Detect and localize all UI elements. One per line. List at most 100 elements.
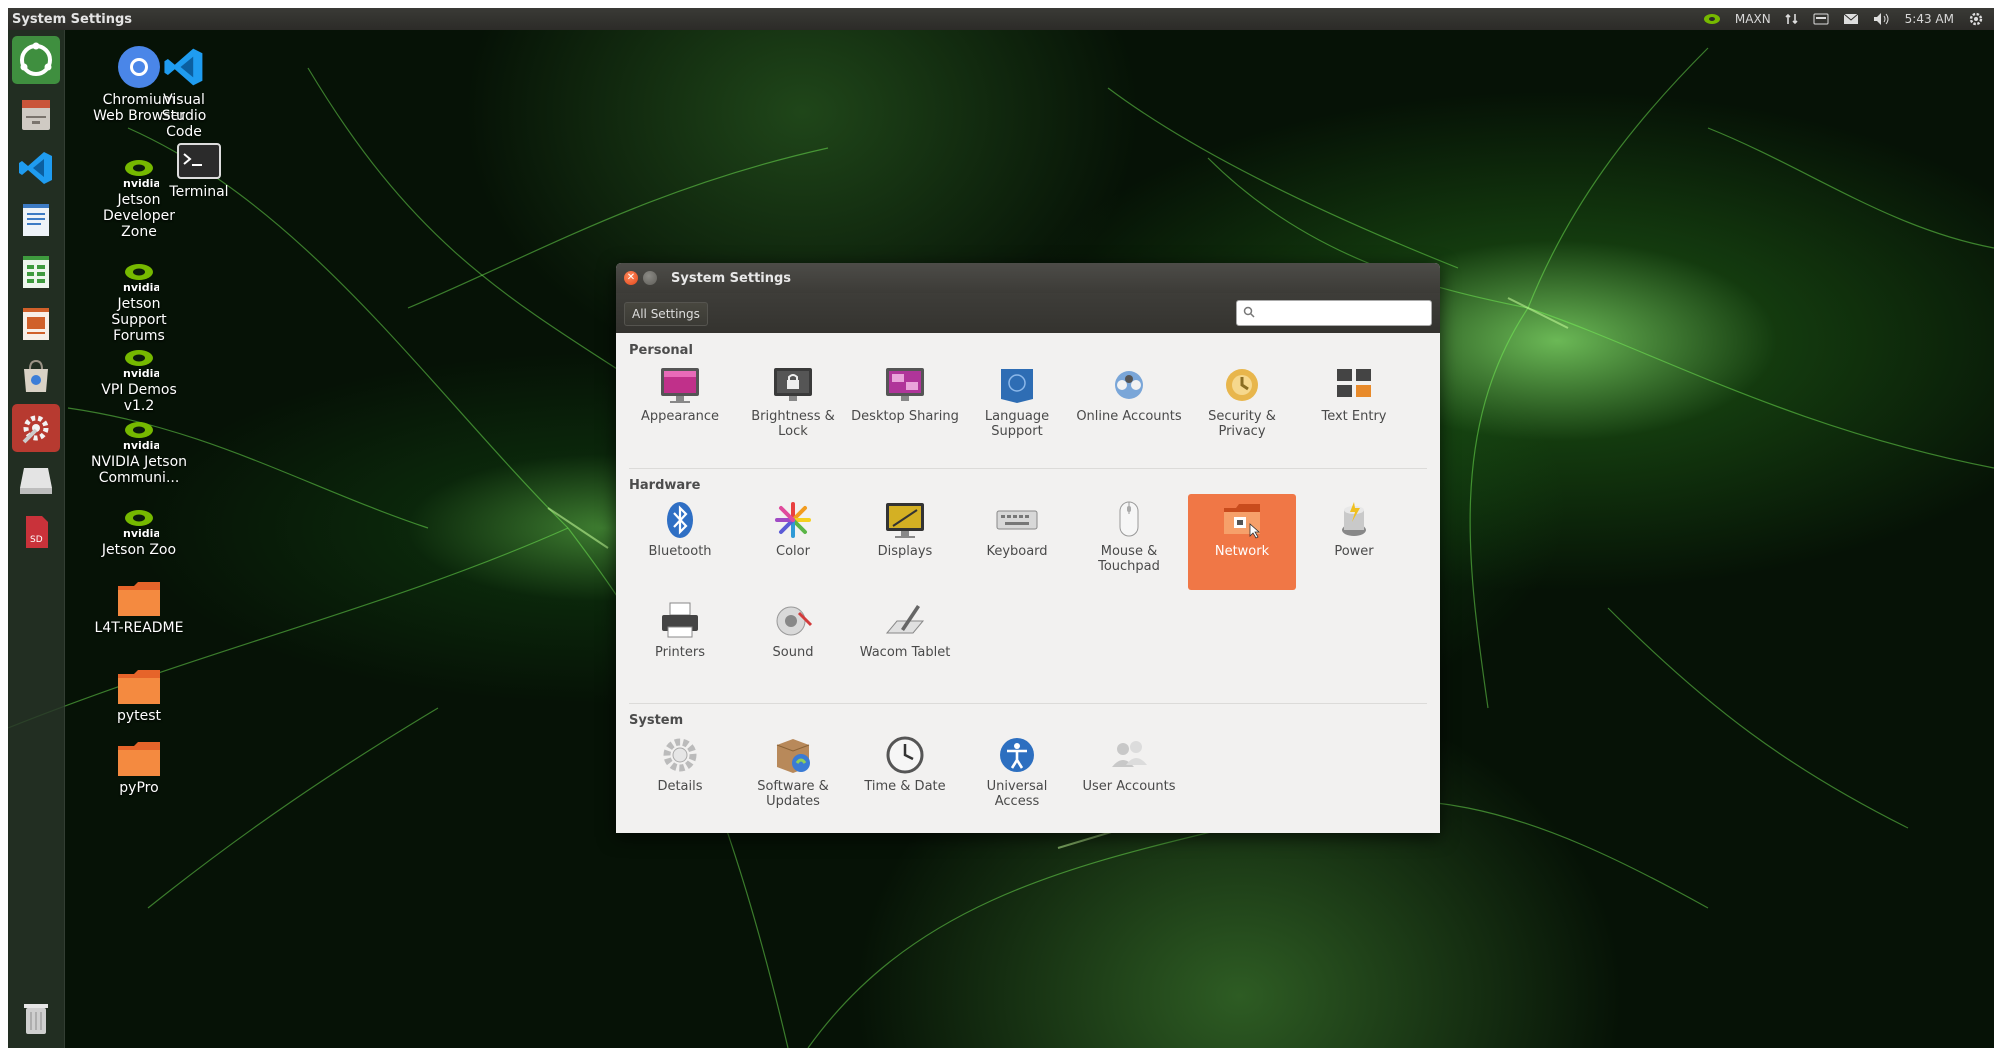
software-center-button[interactable] <box>12 352 60 400</box>
shopping-bag-icon <box>24 359 48 392</box>
vscode-icon <box>19 152 52 184</box>
nvidia-logo-icon: nvidia <box>123 422 159 452</box>
gear-icon[interactable] <box>1968 11 1984 27</box>
setting-keyboard[interactable]: Keyboard <box>963 494 1071 590</box>
svg-text:nvidia: nvidia <box>123 527 159 540</box>
mouse-icon <box>1119 501 1139 537</box>
trash-icon <box>24 1004 48 1034</box>
search-box[interactable] <box>1236 300 1432 326</box>
terminal-icon <box>177 143 221 179</box>
nvidia-indicator-icon[interactable] <box>1703 13 1721 25</box>
sd-card-icon: SD <box>26 516 48 548</box>
document-icon <box>23 204 49 236</box>
trash-button[interactable] <box>12 994 60 1042</box>
sound-icon <box>776 606 813 636</box>
section-title-system: System <box>629 713 684 728</box>
writer-launcher-button[interactable] <box>12 196 60 244</box>
wacom-tablet-icon <box>885 605 925 634</box>
volume-icon[interactable] <box>1873 12 1891 26</box>
setting-wacom-tablet[interactable]: Wacom Tablet <box>851 595 959 691</box>
desktop-icon-vpi-demos[interactable]: nvidia VPI Demos v1.2 <box>89 348 189 414</box>
setting-details[interactable]: Details <box>626 729 734 825</box>
svg-text:SD: SD <box>30 535 43 545</box>
setting-brightness-lock[interactable]: Brightness & Lock <box>739 359 847 455</box>
file-cabinet-icon <box>22 100 50 130</box>
setting-bluetooth[interactable]: Bluetooth <box>626 494 734 590</box>
setting-user-accounts[interactable]: User Accounts <box>1075 729 1183 825</box>
nvidia-logo-icon: nvidia <box>123 160 159 190</box>
setting-language-support[interactable]: Language Support <box>963 359 1071 455</box>
setting-label: Keyboard <box>986 544 1048 559</box>
all-settings-button[interactable]: All Settings <box>624 302 708 326</box>
setting-label: Sound <box>772 645 814 660</box>
section-title-hardware: Hardware <box>629 478 701 493</box>
keyboard-indicator-icon[interactable] <box>1813 13 1829 25</box>
setting-mouse-touchpad[interactable]: Mouse & Touchpad <box>1075 494 1183 590</box>
desktop-icon-l4t-readme[interactable]: L4T-README <box>89 578 189 636</box>
desktop-icon-jetson-zoo[interactable]: nvidia Jetson Zoo <box>89 508 189 558</box>
printer-icon <box>662 602 698 638</box>
desktop-icon-jetson-support-forums[interactable]: nvidia Jetson Support Forums <box>89 262 189 344</box>
bluetooth-icon <box>667 502 693 538</box>
setting-software-updates[interactable]: Software & Updates <box>739 729 847 825</box>
color-icon <box>775 502 811 538</box>
setting-printers[interactable]: Printers <box>626 595 734 691</box>
presentation-icon <box>23 308 49 340</box>
network-icon <box>1224 504 1261 539</box>
setting-label: Appearance <box>640 409 720 424</box>
setting-time-date[interactable]: Time & Date <box>851 729 959 825</box>
clock[interactable]: 5:43 AM <box>1905 12 1954 26</box>
desktop-icon-vscode[interactable]: Visual Studio Code <box>149 44 219 140</box>
setting-label: User Accounts <box>1082 779 1176 794</box>
lock-screen-icon <box>774 368 812 401</box>
setting-online-accounts[interactable]: Online Accounts <box>1075 359 1183 455</box>
setting-universal-access[interactable]: Universal Access <box>963 729 1071 825</box>
setting-security-privacy[interactable]: Security & Privacy <box>1188 359 1296 455</box>
close-button[interactable]: ✕ <box>624 271 638 285</box>
display-icon <box>886 503 924 538</box>
clock-icon <box>886 736 924 774</box>
folder-icon <box>118 742 160 776</box>
setting-power[interactable]: Power <box>1300 494 1408 590</box>
setting-color[interactable]: Color <box>739 494 847 590</box>
power-mode-label[interactable]: MAXN <box>1735 12 1771 26</box>
section-divider <box>629 468 1427 469</box>
calc-launcher-button[interactable] <box>12 248 60 296</box>
desktop-icon-nvidia-jetson-community[interactable]: nvidia NVIDIA Jetson Communi... <box>89 420 189 486</box>
desktop-sharing-icon <box>886 368 924 401</box>
setting-network[interactable]: Network <box>1188 494 1296 590</box>
sd-card-button[interactable]: SD <box>12 508 60 556</box>
system-settings-window: ✕ System Settings All Settings Personal … <box>616 263 1440 833</box>
svg-text:nvidia: nvidia <box>123 367 159 380</box>
setting-text-entry[interactable]: Text Entry <box>1300 359 1408 455</box>
setting-label: Online Accounts <box>1076 409 1182 424</box>
software-updates-icon <box>776 739 810 773</box>
window-titlebar[interactable]: ✕ System Settings <box>616 263 1440 293</box>
section-title-personal: Personal <box>629 343 693 358</box>
vscode-icon <box>164 48 203 86</box>
search-input[interactable] <box>1259 304 1429 324</box>
desktop-icon-label: Jetson Support Forums <box>111 296 167 344</box>
setting-displays[interactable]: Displays <box>851 494 959 590</box>
setting-desktop-sharing[interactable]: Desktop Sharing <box>851 359 959 455</box>
network-indicator-icon[interactable] <box>1785 12 1799 26</box>
setting-sound[interactable]: Sound <box>739 595 847 691</box>
system-settings-launcher-button[interactable] <box>12 404 60 452</box>
desktop-icon-pytest[interactable]: pytest <box>89 666 189 724</box>
spreadsheet-icon <box>23 256 49 288</box>
setting-label: Desktop Sharing <box>851 409 959 424</box>
keyboard-icon <box>996 510 1038 530</box>
setting-appearance[interactable]: Appearance <box>626 359 734 455</box>
impress-launcher-button[interactable] <box>12 300 60 348</box>
section-divider <box>629 703 1427 704</box>
desktop-icon-pypro[interactable]: pyPro <box>89 738 189 796</box>
nvidia-logo-icon: nvidia <box>123 350 159 380</box>
file-manager-button[interactable] <box>12 90 60 138</box>
mail-icon[interactable] <box>1843 13 1859 25</box>
setting-label: Time & Date <box>864 779 946 794</box>
dash-home-button[interactable] <box>12 36 60 84</box>
disk-drive-button[interactable] <box>12 456 60 504</box>
desktop-icon-terminal[interactable]: Terminal <box>159 142 239 200</box>
minimize-button[interactable] <box>643 271 657 285</box>
vscode-launcher-button[interactable] <box>12 144 60 192</box>
